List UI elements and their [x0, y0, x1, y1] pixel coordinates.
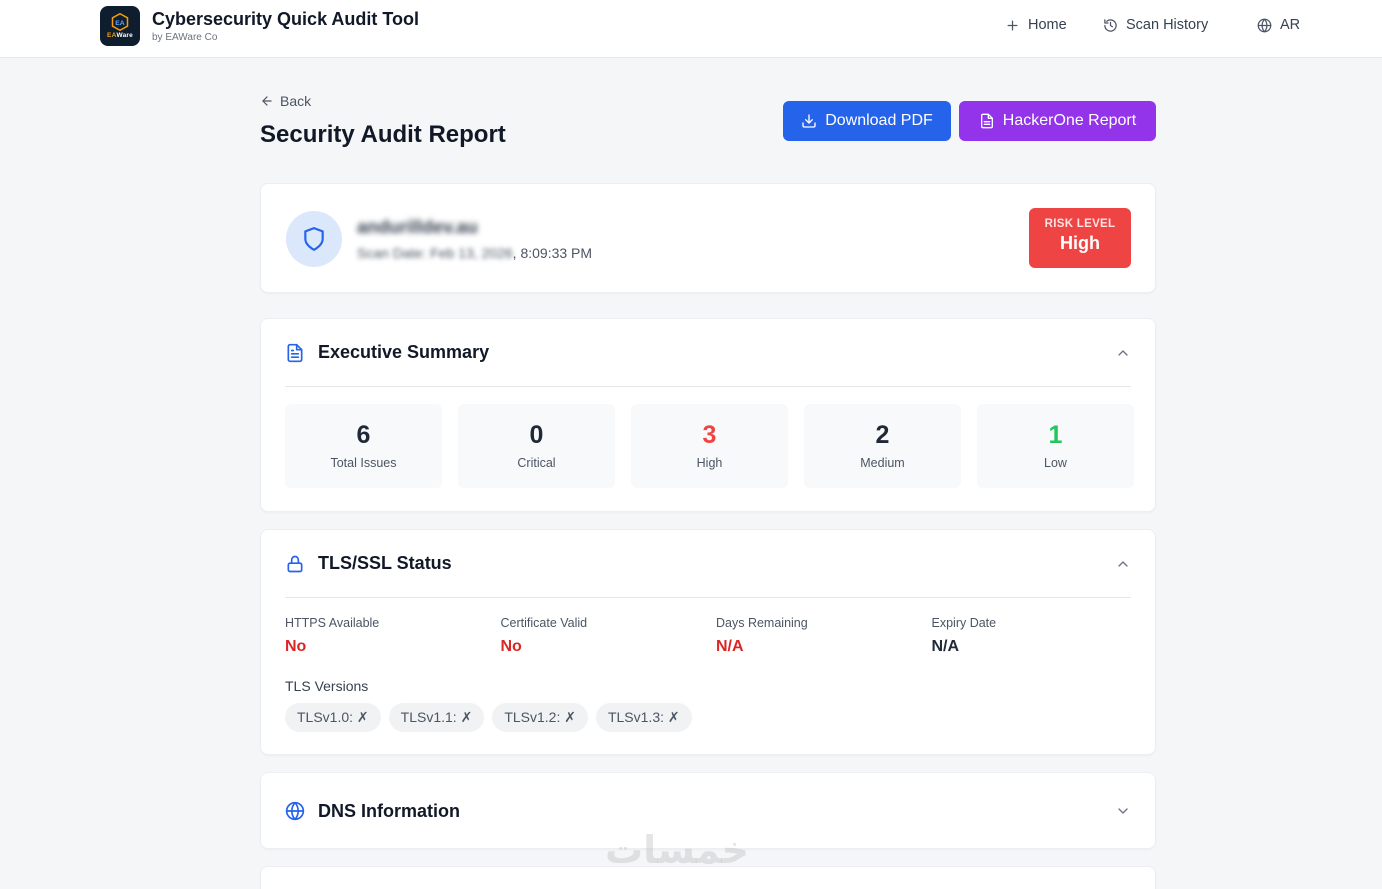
stat-label: Medium [860, 456, 905, 470]
logo-text: EAWare [107, 32, 133, 39]
summary-stats: 6 Total Issues 0 Critical 3 High 2 Mediu… [285, 404, 1134, 488]
nav-home[interactable]: Home [1005, 17, 1067, 33]
app-subtitle: by EAWare Co [152, 32, 218, 43]
executive-summary-card: Executive Summary 6 Total Issues 0 Criti… [260, 318, 1156, 512]
stat-medium: 2 Medium [804, 404, 961, 488]
field-https-available: HTTPS Available No [285, 616, 501, 656]
executive-summary-title: Executive Summary [318, 342, 490, 362]
nav-scan-history-label: Scan History [1126, 17, 1209, 33]
arrow-left-icon [262, 96, 272, 106]
stat-value: 0 [529, 421, 544, 449]
globe-icon [1257, 18, 1272, 32]
tls-version-chips: TLSv1.0: ✗ TLSv1.1: ✗ TLSv1.2: ✗ TLSv1.3… [285, 703, 692, 732]
tls-fields: HTTPS Available No Certificate Valid No … [285, 616, 1147, 656]
stat-total-issues: 6 Total Issues [285, 404, 442, 488]
hackerone-report-button[interactable]: HackerOne Report [959, 101, 1156, 141]
target-domain: andurilldev.au [357, 217, 478, 237]
download-pdf-label: Download PDF [825, 112, 933, 129]
document-icon [287, 343, 303, 362]
risk-level-label: RISK LEVEL [1044, 218, 1116, 230]
download-pdf-button[interactable]: Download PDF [783, 101, 951, 141]
field-days-remaining: Days Remaining N/A [716, 616, 932, 656]
back-label: Back [280, 93, 312, 109]
nav-scan-history[interactable]: Scan History [1103, 17, 1208, 33]
stat-label: Total Issues [330, 456, 397, 470]
stat-high: 3 High [631, 404, 788, 488]
chevron-down-icon[interactable] [1115, 803, 1131, 819]
field-label: Expiry Date [931, 616, 997, 630]
history-icon [1104, 18, 1117, 32]
logo-mark: EA [115, 20, 125, 27]
globe-icon [285, 801, 305, 821]
risk-level-badge: RISK LEVEL High [1029, 208, 1131, 268]
risk-level-value: High [1060, 233, 1100, 253]
app-logo[interactable]: EA EAWare [100, 6, 140, 46]
language-label: AR [1280, 17, 1301, 33]
plus-icon [1007, 20, 1018, 30]
stat-label: High [696, 456, 723, 470]
scan-date-prefix: Scan Date: Feb 13, 2026 [357, 245, 513, 261]
stat-critical: 0 Critical [458, 404, 615, 488]
dns-information-title: DNS Information [318, 800, 460, 821]
tls-ssl-title: TLS/SSL Status [318, 553, 452, 573]
field-label: Days Remaining [716, 616, 808, 630]
chevron-up-icon[interactable] [1115, 345, 1131, 361]
download-icon [802, 114, 816, 128]
scan-date: Scan Date: Feb 13, 2026, 8:09:33 PM [357, 245, 592, 261]
stat-value: 2 [875, 421, 890, 449]
page-title: Security Audit Report [260, 121, 506, 148]
field-certificate-valid: Certificate Valid No [501, 616, 717, 656]
chevron-up-icon[interactable] [1115, 556, 1131, 572]
hexagon-logo-icon: EA [111, 13, 129, 31]
target-info-card: andurilldev.au Scan Date: Feb 13, 2026, … [260, 183, 1156, 293]
stat-low: 1 Low [977, 404, 1134, 488]
stat-value: 6 [356, 421, 371, 449]
executive-summary-header[interactable]: Executive Summary [285, 319, 1131, 387]
field-value: N/A [931, 638, 960, 655]
watermark: خمسات [605, 830, 749, 872]
field-value: N/A [716, 638, 744, 655]
tls-version-chip: TLSv1.0: ✗ [285, 703, 381, 732]
shield-badge [286, 211, 342, 267]
tls-ssl-card: TLS/SSL Status HTTPS Available No Certif… [260, 529, 1156, 755]
scan-date-time: , 8:09:33 PM [512, 245, 593, 261]
back-link[interactable]: Back [260, 93, 311, 109]
language-toggle[interactable]: AR [1257, 17, 1300, 33]
tls-version-chip: TLSv1.3: ✗ [595, 703, 692, 732]
field-label: Certificate Valid [500, 616, 588, 630]
nav-home-label: Home [1028, 17, 1067, 33]
field-value: No [500, 638, 522, 655]
top-navbar: EA EAWare Cybersecurity Quick Audit Tool… [0, 0, 1382, 58]
stat-value: 3 [702, 421, 717, 449]
file-text-icon [980, 113, 993, 129]
tls-version-chip: TLSv1.2: ✗ [492, 703, 588, 732]
stat-label: Low [1044, 456, 1067, 470]
tls-ssl-header[interactable]: TLS/SSL Status [285, 530, 1131, 598]
shield-icon [304, 227, 324, 251]
field-label: HTTPS Available [285, 616, 380, 630]
stat-label: Critical [517, 456, 556, 470]
stat-value: 1 [1048, 421, 1063, 449]
hackerone-report-label: HackerOne Report [1002, 112, 1137, 129]
tls-versions-label: TLS Versions [285, 678, 369, 694]
app-title: Cybersecurity Quick Audit Tool [152, 9, 420, 29]
tls-version-chip: TLSv1.1: ✗ [388, 703, 485, 732]
field-expiry-date: Expiry Date N/A [932, 616, 1148, 656]
field-value: No [285, 638, 307, 655]
lock-icon [287, 555, 303, 572]
